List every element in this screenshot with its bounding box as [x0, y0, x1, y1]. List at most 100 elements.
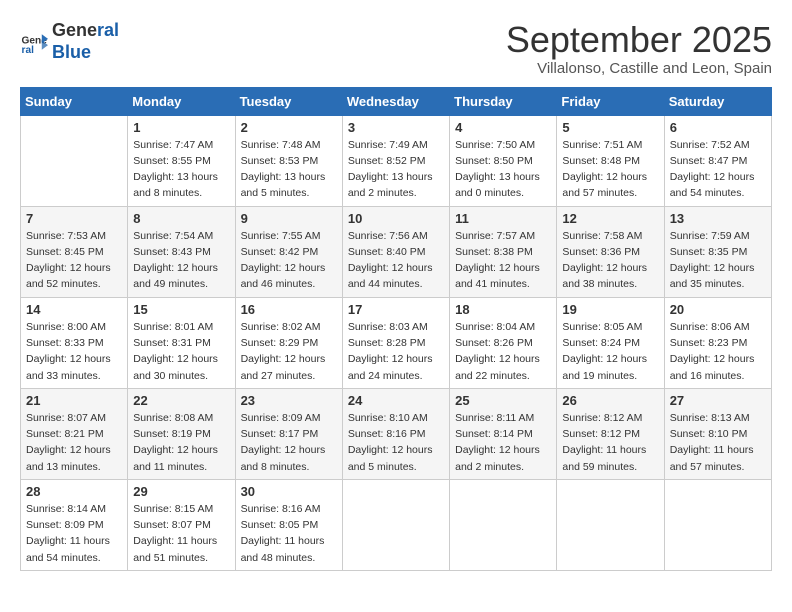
calendar-table: SundayMondayTuesdayWednesdayThursdayFrid… — [20, 87, 772, 571]
day-number: 12 — [562, 211, 658, 226]
day-info: Sunrise: 8:15 AM Sunset: 8:07 PM Dayligh… — [133, 501, 229, 566]
weekday-header-row: SundayMondayTuesdayWednesdayThursdayFrid… — [21, 87, 772, 115]
subtitle: Villalonso, Castille and Leon, Spain — [506, 60, 772, 77]
day-info: Sunrise: 8:00 AM Sunset: 8:33 PM Dayligh… — [26, 319, 122, 384]
day-info: Sunrise: 8:05 AM Sunset: 8:24 PM Dayligh… — [562, 319, 658, 384]
calendar-day-cell: 9 Sunrise: 7:55 AM Sunset: 8:42 PM Daylig… — [235, 206, 342, 297]
day-number: 22 — [133, 393, 229, 408]
calendar-day-cell — [557, 479, 664, 570]
day-number: 20 — [670, 302, 766, 317]
calendar-body: 1 Sunrise: 7:47 AM Sunset: 8:55 PM Daylig… — [21, 115, 772, 570]
day-number: 11 — [455, 211, 551, 226]
calendar-week-row: 1 Sunrise: 7:47 AM Sunset: 8:55 PM Daylig… — [21, 115, 772, 206]
day-info: Sunrise: 7:59 AM Sunset: 8:35 PM Dayligh… — [670, 228, 766, 293]
day-info: Sunrise: 8:08 AM Sunset: 8:19 PM Dayligh… — [133, 410, 229, 475]
logo-name: GeneralBlue — [52, 20, 119, 63]
calendar-day-cell: 17 Sunrise: 8:03 AM Sunset: 8:28 PM Dayli… — [342, 297, 449, 388]
day-number: 3 — [348, 120, 444, 135]
day-info: Sunrise: 7:54 AM Sunset: 8:43 PM Dayligh… — [133, 228, 229, 293]
day-info: Sunrise: 8:12 AM Sunset: 8:12 PM Dayligh… — [562, 410, 658, 475]
day-number: 17 — [348, 302, 444, 317]
day-number: 9 — [241, 211, 337, 226]
calendar-week-row: 21 Sunrise: 8:07 AM Sunset: 8:21 PM Dayli… — [21, 388, 772, 479]
day-number: 6 — [670, 120, 766, 135]
day-number: 14 — [26, 302, 122, 317]
day-number: 2 — [241, 120, 337, 135]
day-info: Sunrise: 7:50 AM Sunset: 8:50 PM Dayligh… — [455, 137, 551, 202]
calendar-day-cell: 24 Sunrise: 8:10 AM Sunset: 8:16 PM Dayli… — [342, 388, 449, 479]
calendar-week-row: 14 Sunrise: 8:00 AM Sunset: 8:33 PM Dayli… — [21, 297, 772, 388]
day-info: Sunrise: 7:49 AM Sunset: 8:52 PM Dayligh… — [348, 137, 444, 202]
day-info: Sunrise: 8:11 AM Sunset: 8:14 PM Dayligh… — [455, 410, 551, 475]
day-number: 15 — [133, 302, 229, 317]
day-info: Sunrise: 7:48 AM Sunset: 8:53 PM Dayligh… — [241, 137, 337, 202]
logo: Gene ral GeneralBlue — [20, 20, 119, 63]
day-number: 13 — [670, 211, 766, 226]
day-info: Sunrise: 8:04 AM Sunset: 8:26 PM Dayligh… — [455, 319, 551, 384]
day-number: 30 — [241, 484, 337, 499]
day-info: Sunrise: 8:16 AM Sunset: 8:05 PM Dayligh… — [241, 501, 337, 566]
day-number: 24 — [348, 393, 444, 408]
day-number: 16 — [241, 302, 337, 317]
calendar-day-cell: 6 Sunrise: 7:52 AM Sunset: 8:47 PM Daylig… — [664, 115, 771, 206]
calendar-day-cell: 28Sunrise: 8:14 AM Sunset: 8:09 PM Dayli… — [21, 479, 128, 570]
calendar-day-cell: 23Sunrise: 8:09 AM Sunset: 8:17 PM Dayli… — [235, 388, 342, 479]
weekday-header-cell: Thursday — [450, 87, 557, 115]
day-info: Sunrise: 7:55 AM Sunset: 8:42 PM Dayligh… — [241, 228, 337, 293]
calendar-day-cell: 20Sunrise: 8:06 AM Sunset: 8:23 PM Dayli… — [664, 297, 771, 388]
calendar-day-cell: 30 Sunrise: 8:16 AM Sunset: 8:05 PM Dayli… — [235, 479, 342, 570]
day-number: 18 — [455, 302, 551, 317]
calendar-day-cell: 16Sunrise: 8:02 AM Sunset: 8:29 PM Dayli… — [235, 297, 342, 388]
calendar-day-cell: 14 Sunrise: 8:00 AM Sunset: 8:33 PM Dayli… — [21, 297, 128, 388]
day-info: Sunrise: 8:01 AM Sunset: 8:31 PM Dayligh… — [133, 319, 229, 384]
calendar-day-cell: 10Sunrise: 7:56 AM Sunset: 8:40 PM Dayli… — [342, 206, 449, 297]
day-number: 27 — [670, 393, 766, 408]
day-number: 5 — [562, 120, 658, 135]
day-info: Sunrise: 7:52 AM Sunset: 8:47 PM Dayligh… — [670, 137, 766, 202]
calendar-day-cell: 18 Sunrise: 8:04 AM Sunset: 8:26 PM Dayli… — [450, 297, 557, 388]
calendar-day-cell — [21, 115, 128, 206]
day-number: 7 — [26, 211, 122, 226]
day-info: Sunrise: 7:57 AM Sunset: 8:38 PM Dayligh… — [455, 228, 551, 293]
day-info: Sunrise: 7:58 AM Sunset: 8:36 PM Dayligh… — [562, 228, 658, 293]
calendar-day-cell: 11 Sunrise: 7:57 AM Sunset: 8:38 PM Dayli… — [450, 206, 557, 297]
day-info: Sunrise: 8:13 AM Sunset: 8:10 PM Dayligh… — [670, 410, 766, 475]
day-number: 1 — [133, 120, 229, 135]
calendar-week-row: 7Sunrise: 7:53 AM Sunset: 8:45 PM Daylig… — [21, 206, 772, 297]
day-info: Sunrise: 8:10 AM Sunset: 8:16 PM Dayligh… — [348, 410, 444, 475]
calendar-day-cell — [664, 479, 771, 570]
calendar-day-cell: 5 Sunrise: 7:51 AM Sunset: 8:48 PM Daylig… — [557, 115, 664, 206]
calendar-day-cell: 13 Sunrise: 7:59 AM Sunset: 8:35 PM Dayli… — [664, 206, 771, 297]
calendar-day-cell: 3 Sunrise: 7:49 AM Sunset: 8:52 PM Daylig… — [342, 115, 449, 206]
calendar-week-row: 28Sunrise: 8:14 AM Sunset: 8:09 PM Dayli… — [21, 479, 772, 570]
calendar-day-cell: 19Sunrise: 8:05 AM Sunset: 8:24 PM Dayli… — [557, 297, 664, 388]
svg-text:ral: ral — [22, 44, 35, 55]
calendar-day-cell: 8 Sunrise: 7:54 AM Sunset: 8:43 PM Daylig… — [128, 206, 235, 297]
calendar-day-cell: 26 Sunrise: 8:12 AM Sunset: 8:12 PM Dayli… — [557, 388, 664, 479]
day-info: Sunrise: 8:03 AM Sunset: 8:28 PM Dayligh… — [348, 319, 444, 384]
calendar-day-cell: 27 Sunrise: 8:13 AM Sunset: 8:10 PM Dayli… — [664, 388, 771, 479]
weekday-header-cell: Monday — [128, 87, 235, 115]
day-number: 25 — [455, 393, 551, 408]
day-info: Sunrise: 7:47 AM Sunset: 8:55 PM Dayligh… — [133, 137, 229, 202]
calendar-day-cell: 4 Sunrise: 7:50 AM Sunset: 8:50 PM Daylig… — [450, 115, 557, 206]
weekday-header-cell: Friday — [557, 87, 664, 115]
calendar-day-cell: 29 Sunrise: 8:15 AM Sunset: 8:07 PM Dayli… — [128, 479, 235, 570]
day-number: 29 — [133, 484, 229, 499]
day-info: Sunrise: 7:51 AM Sunset: 8:48 PM Dayligh… — [562, 137, 658, 202]
day-number: 21 — [26, 393, 122, 408]
day-info: Sunrise: 8:07 AM Sunset: 8:21 PM Dayligh… — [26, 410, 122, 475]
day-number: 28 — [26, 484, 122, 499]
calendar-day-cell: 22 Sunrise: 8:08 AM Sunset: 8:19 PM Dayli… — [128, 388, 235, 479]
day-number: 8 — [133, 211, 229, 226]
calendar-day-cell — [450, 479, 557, 570]
day-number: 4 — [455, 120, 551, 135]
weekday-header-cell: Sunday — [21, 87, 128, 115]
day-number: 10 — [348, 211, 444, 226]
weekday-header-cell: Wednesday — [342, 87, 449, 115]
day-number: 26 — [562, 393, 658, 408]
weekday-header-cell: Saturday — [664, 87, 771, 115]
calendar-day-cell: 1 Sunrise: 7:47 AM Sunset: 8:55 PM Daylig… — [128, 115, 235, 206]
calendar-day-cell: 21 Sunrise: 8:07 AM Sunset: 8:21 PM Dayli… — [21, 388, 128, 479]
calendar-day-cell: 2 Sunrise: 7:48 AM Sunset: 8:53 PM Daylig… — [235, 115, 342, 206]
